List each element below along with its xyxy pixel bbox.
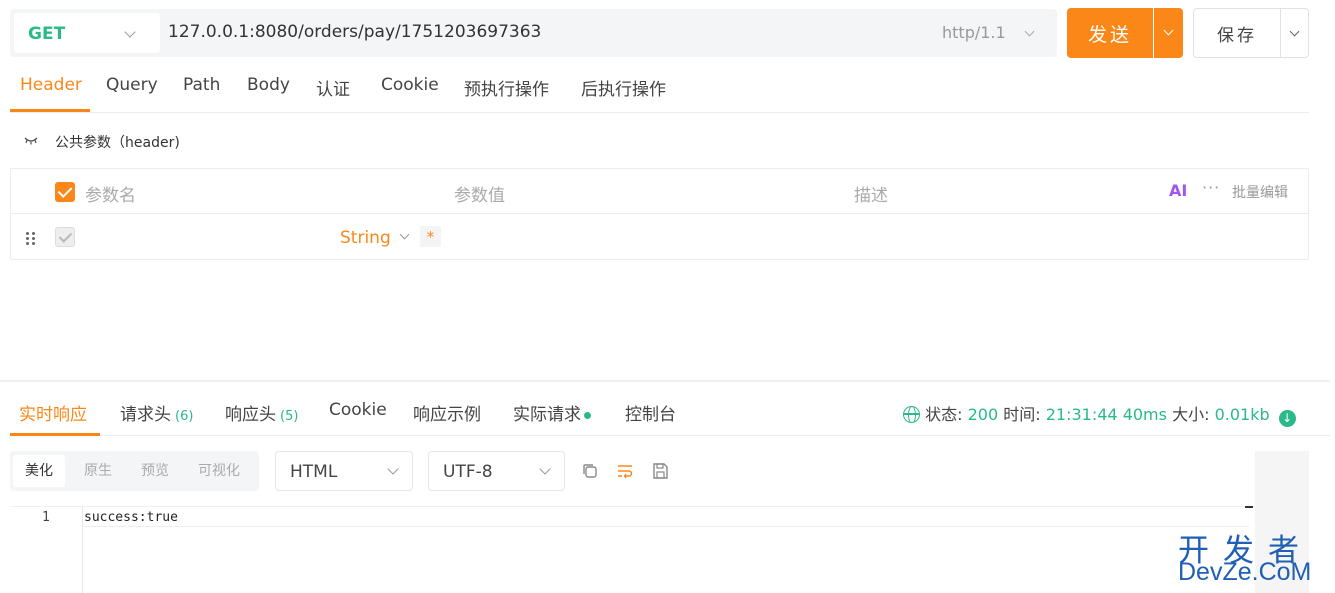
size-value: 0.01kb	[1214, 405, 1270, 424]
tab-console[interactable]: 控制台	[625, 400, 676, 425]
save-options-dropdown[interactable]	[1280, 8, 1309, 58]
view-preview[interactable]: 预览	[129, 455, 181, 487]
tab-label: 响应头	[225, 405, 276, 425]
send-options-dropdown[interactable]	[1154, 8, 1183, 58]
time-value: 21:31:44	[1045, 405, 1118, 424]
tab-label: 实际请求	[513, 405, 581, 425]
chevron-down-icon[interactable]	[399, 229, 410, 240]
bulk-edit-button[interactable]: 批量编辑	[1232, 182, 1288, 202]
response-body-editor[interactable]: 1 success:true	[10, 506, 1255, 593]
tab-auth[interactable]: 认证	[316, 75, 350, 100]
watermark-text: DevZe.CoM	[1178, 558, 1312, 586]
param-type-select[interactable]: String	[340, 228, 391, 248]
download-icon[interactable]: ↓	[1278, 410, 1296, 427]
save-icon[interactable]	[651, 462, 669, 480]
encoding-value: UTF-8	[443, 462, 493, 482]
tab-path[interactable]: Path	[183, 75, 220, 95]
tab-actual-request[interactable]: 实际请求	[513, 400, 591, 425]
time-label: 时间:	[1003, 405, 1041, 424]
column-description: 描述	[854, 186, 888, 206]
method-label: GET	[28, 24, 66, 44]
http-version-select[interactable]: http/1.1	[942, 23, 1006, 42]
status-dot-icon	[584, 411, 591, 419]
encoding-select[interactable]: UTF-8	[428, 451, 565, 491]
params-table: 参数名 参数值 描述 AI ··· 批量编辑 String *	[10, 168, 1309, 260]
tab-response-examples[interactable]: 响应示例	[413, 400, 481, 425]
column-param-name: 参数名	[85, 186, 136, 206]
active-tab-indicator	[10, 109, 90, 112]
chevron-down-icon	[387, 463, 399, 475]
select-all-checkbox[interactable]	[55, 182, 75, 202]
line-gutter: 1	[10, 507, 83, 593]
tab-response-headers[interactable]: 响应头 (5)	[225, 400, 298, 425]
view-beautify[interactable]: 美化	[13, 455, 65, 487]
size-label: 大小:	[1172, 405, 1210, 424]
format-select[interactable]: HTML	[275, 451, 413, 491]
text-cursor	[1245, 506, 1253, 508]
tab-realtime-response[interactable]: 实时响应	[19, 400, 87, 425]
chevron-down-icon[interactable]	[1024, 26, 1035, 37]
format-value: HTML	[290, 462, 338, 482]
count-badge: (6)	[175, 409, 194, 424]
globe-icon	[903, 406, 920, 423]
tab-cookie[interactable]: Cookie	[381, 75, 439, 95]
tab-body[interactable]: Body	[247, 75, 290, 95]
tab-post-request[interactable]: 后执行操作	[581, 75, 666, 100]
drag-handle-icon[interactable]	[25, 231, 37, 247]
chevron-down-icon	[539, 463, 551, 475]
column-param-value: 参数值	[454, 186, 505, 206]
public-params-label: 公共参数（header)	[55, 135, 180, 151]
copy-icon[interactable]	[581, 462, 599, 480]
tab-label: 请求头	[120, 405, 171, 425]
wrap-lines-icon[interactable]	[616, 462, 634, 480]
required-toggle[interactable]: *	[420, 226, 441, 247]
tab-cookie[interactable]: Cookie	[329, 400, 387, 420]
tab-header[interactable]: Header	[20, 75, 82, 95]
eye-closed-icon[interactable]	[24, 135, 38, 148]
code-text: success:true	[84, 510, 178, 525]
method-select[interactable]: GET	[14, 13, 160, 53]
ai-icon[interactable]: AI	[1169, 181, 1187, 200]
row-checkbox[interactable]	[55, 227, 75, 247]
url-input[interactable]: 127.0.0.1:8080/orders/pay/1751203697363	[168, 22, 541, 42]
request-bar: GET 127.0.0.1:8080/orders/pay/1751203697…	[10, 9, 1057, 57]
more-icon[interactable]: ···	[1202, 178, 1220, 197]
request-tabs: Header Query Path Body 认证 Cookie 预执行操作 后…	[10, 64, 1309, 113]
tab-pre-request[interactable]: 预执行操作	[464, 75, 549, 100]
status-label: 状态:	[925, 405, 963, 424]
response-status: 状态: 200 时间: 21:31:44 40ms 大小: 0.01kb ↓	[903, 401, 1296, 427]
view-mode-switch: 美化 原生 预览 可视化	[10, 451, 259, 491]
count-badge: (5)	[280, 409, 299, 424]
chevron-down-icon	[124, 26, 136, 38]
active-tab-indicator	[10, 433, 100, 436]
send-button[interactable]: 发送	[1067, 8, 1153, 58]
table-header: 参数名 参数值 描述 AI ··· 批量编辑	[11, 169, 1308, 214]
status-code: 200	[967, 405, 999, 424]
code-line[interactable]: success:true	[84, 509, 1249, 527]
view-visualize[interactable]: 可视化	[186, 455, 252, 487]
duration-value: 40ms	[1122, 405, 1167, 424]
tab-request-headers[interactable]: 请求头 (6)	[120, 400, 193, 425]
tab-query[interactable]: Query	[106, 75, 158, 95]
panel-divider[interactable]	[0, 380, 1330, 382]
save-button[interactable]: 保存	[1193, 8, 1281, 58]
view-raw[interactable]: 原生	[72, 455, 124, 487]
response-tabs: 实时响应 请求头 (6) 响应头 (5) Cookie 响应示例 实际请求 控制台 …	[10, 384, 1330, 436]
line-number: 1	[42, 510, 50, 525]
